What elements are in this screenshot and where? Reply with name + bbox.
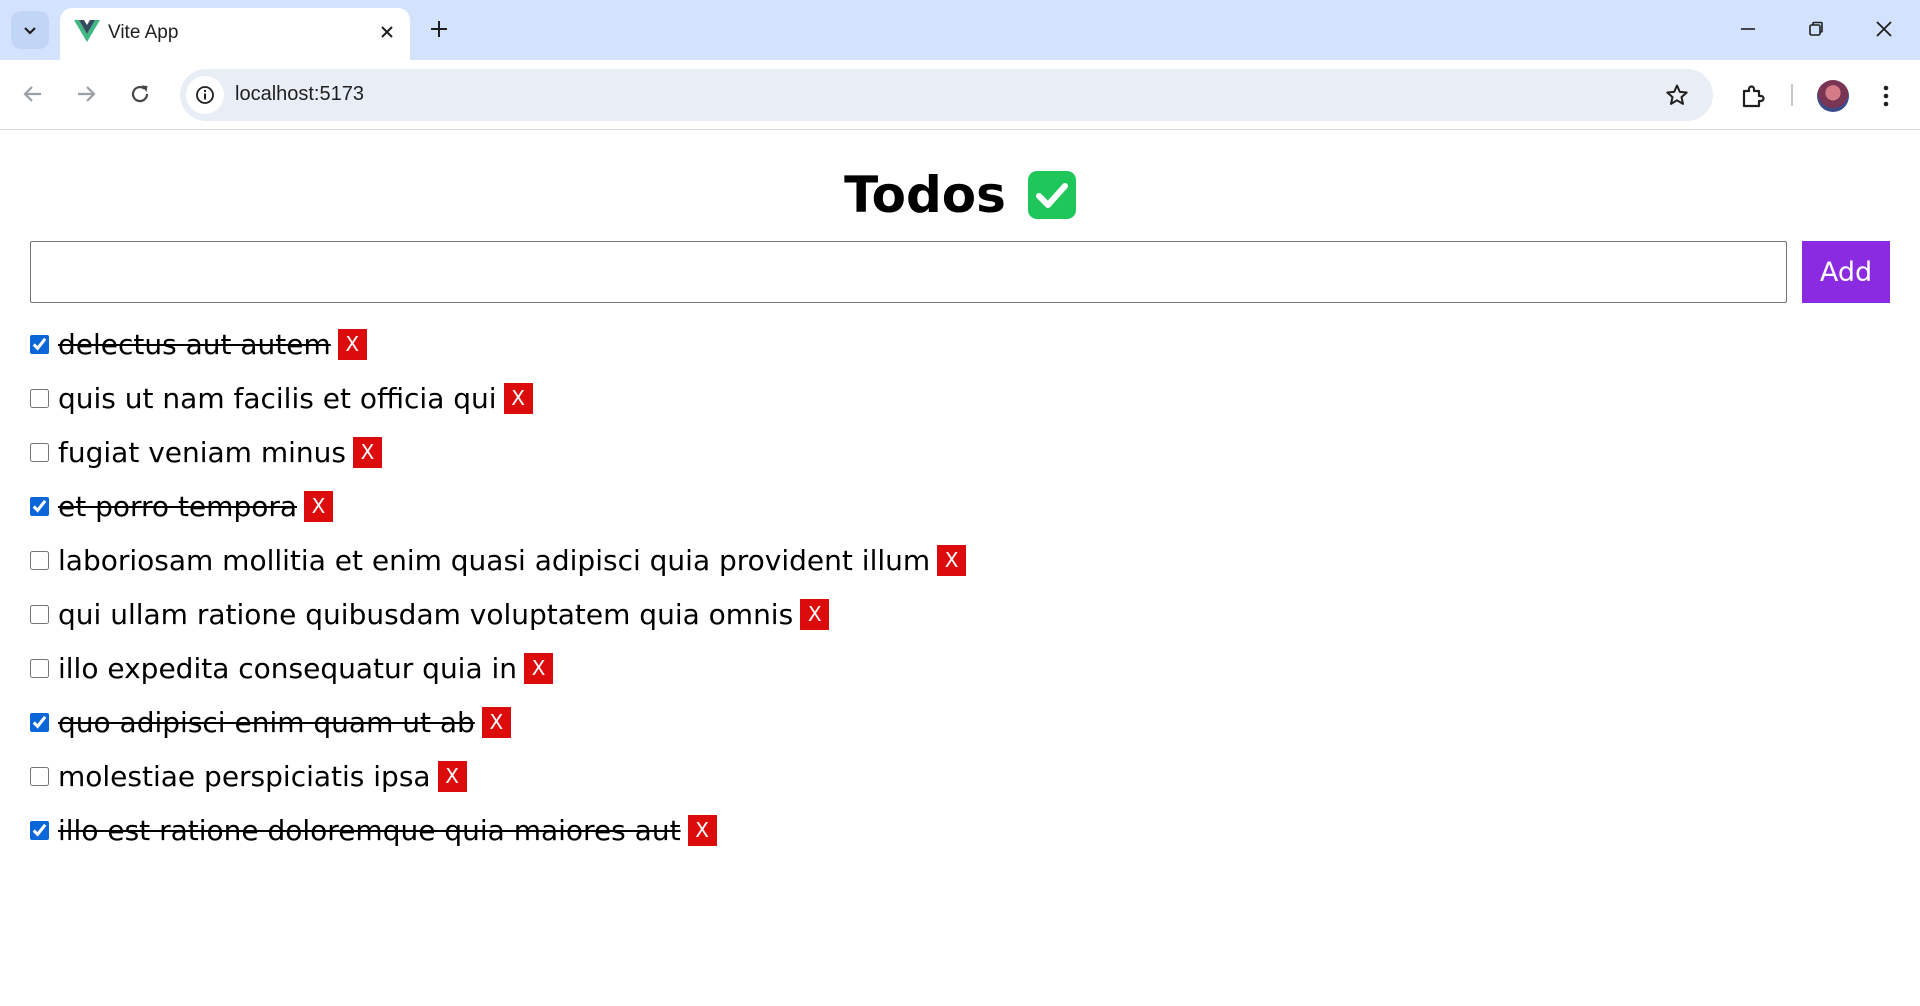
heading: Todos	[0, 165, 1920, 225]
url-text: localhost:5173	[235, 83, 364, 105]
profile-avatar[interactable]	[1817, 80, 1849, 112]
todo-item: et porro tempora X	[30, 479, 966, 533]
restore-icon	[1809, 21, 1823, 36]
todo-text: molestiae perspiciatis ipsa	[58, 759, 431, 793]
puzzle-icon	[1742, 85, 1765, 108]
todo-checkbox[interactable]	[30, 604, 49, 624]
delete-todo-button[interactable]: X	[304, 490, 334, 522]
tab-strip: Vite App	[0, 0, 1920, 60]
todo-checkbox[interactable]	[30, 496, 49, 516]
todo-item: delectus aut autem X	[30, 317, 966, 371]
todo-list: delectus aut autem Xquis ut nam facilis e…	[30, 317, 967, 857]
minimize-icon	[1741, 28, 1755, 30]
delete-todo-button[interactable]: X	[800, 598, 830, 630]
todo-item: molestiae perspiciatis ipsa X	[30, 749, 966, 803]
todo-text: quis ut nam facilis et officia qui	[58, 381, 497, 415]
forward-button[interactable]	[66, 74, 106, 114]
plus-icon	[431, 21, 447, 37]
address-bar[interactable]: localhost:5173	[180, 69, 1713, 121]
todo-text: et porro tempora	[58, 489, 298, 523]
todo-item: quo adipisci enim quam ut ab X	[30, 695, 966, 749]
close-window-button[interactable]	[1850, 0, 1918, 58]
tab-close-button[interactable]	[374, 19, 400, 45]
todo-checkbox[interactable]	[30, 388, 49, 408]
delete-todo-button[interactable]: X	[437, 760, 467, 792]
delete-todo-button[interactable]: X	[937, 544, 967, 576]
extensions-button[interactable]	[1733, 76, 1773, 116]
todo-item: illo expedita consequatur quia in X	[30, 641, 966, 695]
arrow-left-icon	[23, 86, 41, 102]
check-mark-button-icon	[1027, 171, 1076, 219]
new-tab-button[interactable]	[422, 12, 456, 46]
todo-item: quis ut nam facilis et officia qui X	[30, 371, 966, 425]
add-button[interactable]: Add	[1802, 241, 1890, 303]
todo-item: fugiat veniam minus X	[30, 425, 966, 479]
tab-search-button[interactable]	[11, 11, 49, 49]
reload-button[interactable]	[120, 74, 160, 114]
delete-todo-button[interactable]: X	[352, 436, 382, 468]
browser-tab[interactable]: Vite App	[60, 8, 410, 60]
browser-menu-button[interactable]	[1870, 76, 1902, 116]
todo-checkbox[interactable]	[30, 442, 49, 462]
star-icon	[1666, 84, 1688, 105]
close-icon	[1876, 21, 1892, 37]
site-info-button[interactable]	[186, 76, 224, 114]
close-icon	[381, 26, 393, 38]
todo-checkbox[interactable]	[30, 334, 49, 354]
bookmark-button[interactable]	[1659, 77, 1695, 113]
browser-toolbar: localhost:5173	[0, 60, 1920, 130]
tab-title: Vite App	[108, 22, 179, 43]
kebab-menu-icon	[1883, 85, 1889, 107]
minimize-button[interactable]	[1714, 0, 1782, 58]
todo-checkbox[interactable]	[30, 820, 49, 840]
page-content: Todos Add delectus aut autem Xquis ut nam…	[0, 131, 1920, 1006]
new-todo-input[interactable]	[30, 241, 1787, 303]
page-title: Todos	[844, 166, 1006, 224]
reload-icon	[131, 85, 149, 103]
arrow-right-icon	[78, 86, 96, 102]
todo-text: quo adipisci enim quam ut ab	[58, 705, 475, 739]
todo-checkbox[interactable]	[30, 550, 49, 570]
todo-checkbox[interactable]	[30, 766, 49, 786]
todo-text: illo est ratione doloremque quia maiores…	[58, 813, 681, 847]
todo-text: qui ullam ratione quibusdam voluptatem q…	[58, 597, 794, 631]
delete-todo-button[interactable]: X	[481, 706, 511, 738]
todo-item: illo est ratione doloremque quia maiores…	[30, 803, 966, 857]
vue-logo-icon	[74, 20, 100, 42]
todo-text: delectus aut autem	[58, 327, 331, 361]
todo-text: fugiat veniam minus	[58, 435, 346, 469]
toolbar-divider	[1791, 84, 1793, 106]
todo-text: illo expedita consequatur quia in	[58, 651, 518, 685]
todo-text: laboriosam mollitia et enim quasi adipis…	[58, 543, 931, 577]
restore-button[interactable]	[1782, 0, 1850, 58]
delete-todo-button[interactable]: X	[503, 382, 533, 414]
back-button[interactable]	[13, 74, 53, 114]
info-icon	[196, 86, 214, 104]
delete-todo-button[interactable]: X	[524, 652, 554, 684]
todo-item: qui ullam ratione quibusdam voluptatem q…	[30, 587, 966, 641]
delete-todo-button[interactable]: X	[337, 328, 367, 360]
todo-item: laboriosam mollitia et enim quasi adipis…	[30, 533, 967, 587]
delete-todo-button[interactable]: X	[687, 814, 717, 846]
todo-checkbox[interactable]	[30, 658, 49, 678]
todo-checkbox[interactable]	[30, 712, 49, 732]
chevron-down-icon	[24, 27, 36, 35]
